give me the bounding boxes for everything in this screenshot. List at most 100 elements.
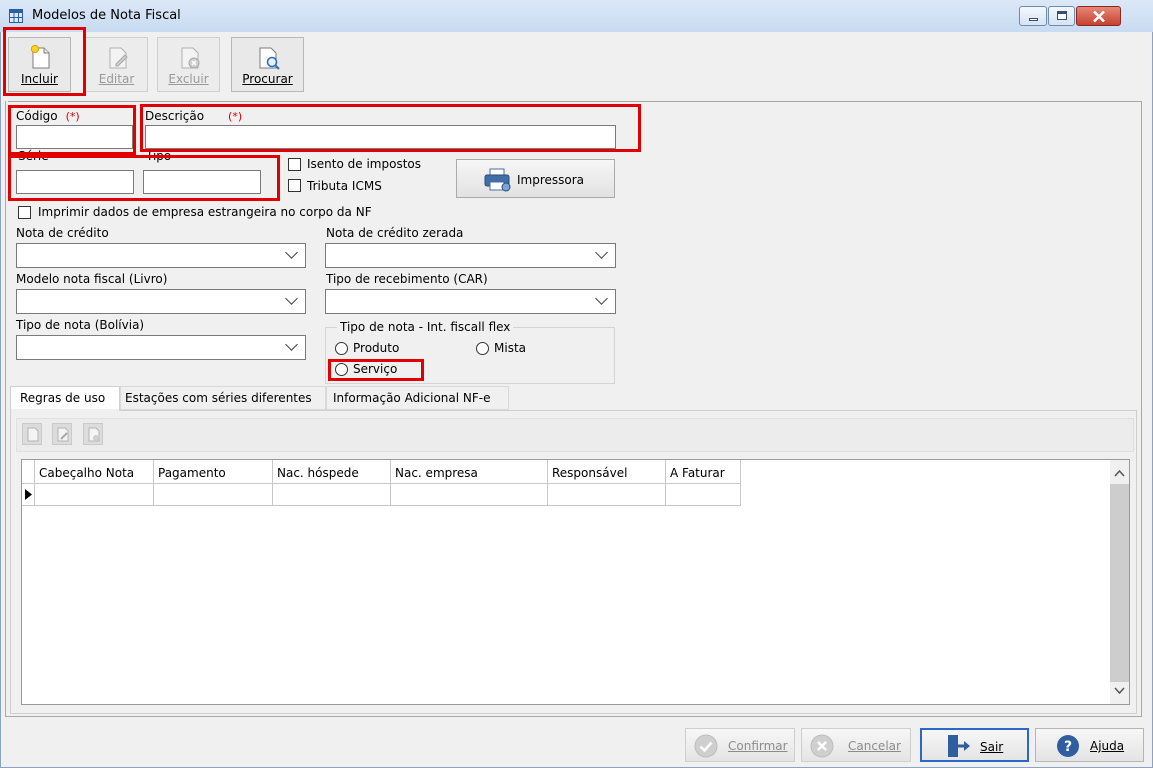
incluir-label: Incluir [21, 72, 58, 86]
radio-mista-label: Mista [494, 341, 526, 355]
radio-servico-label: Serviço [353, 362, 398, 376]
tributa-icms-checkbox[interactable] [288, 179, 301, 192]
delete-document-icon [88, 427, 100, 442]
descricao-label-text: Descrição [145, 109, 205, 123]
cancelar-label: Cancelar [848, 739, 901, 753]
nota-credito-label: Nota de crédito [16, 226, 109, 240]
confirmar-label: Confirmar [728, 739, 788, 753]
col-responsavel[interactable]: Responsável [548, 460, 666, 484]
edit-rule-button[interactable] [52, 423, 72, 445]
scroll-down-icon[interactable] [1114, 687, 1125, 695]
tipo-label: Tipo [146, 149, 172, 163]
form-frame-bottom [5, 716, 1142, 717]
close-icon [1093, 10, 1105, 23]
radio-mista[interactable] [476, 342, 489, 355]
confirmar-button[interactable]: Confirmar [685, 728, 795, 762]
delete-rule-button[interactable] [83, 423, 103, 445]
procurar-label: Procurar [242, 72, 293, 86]
delete-document-icon [181, 47, 200, 69]
table-cell[interactable] [273, 484, 391, 506]
scroll-up-icon[interactable] [1114, 469, 1125, 477]
imprimir-estrangeira-checkbox[interactable] [18, 206, 31, 219]
add-rule-button[interactable] [22, 423, 42, 445]
tab-regras-de-uso[interactable]: Regras de uso [10, 386, 120, 411]
codigo-label: Código (*) [16, 109, 80, 123]
sair-label: Sair [980, 740, 1004, 754]
form-frame-left [5, 101, 6, 716]
chevron-down-icon [285, 338, 298, 351]
chevron-down-icon [285, 246, 298, 259]
table-cell[interactable] [666, 484, 741, 506]
row-pointer-icon [25, 489, 32, 500]
excluir-label: Excluir [168, 72, 209, 86]
col-nac-hospede[interactable]: Nac. hóspede [273, 460, 391, 484]
table-icon [9, 9, 23, 23]
close-button[interactable] [1076, 6, 1121, 26]
codigo-required-mark: (*) [65, 110, 80, 123]
codigo-field[interactable] [16, 125, 133, 149]
search-document-icon [259, 47, 280, 70]
chevron-down-icon [595, 292, 608, 305]
isento-label: Isento de impostos [307, 157, 421, 171]
toolbar-separator [8, 101, 1142, 102]
tipo-recebimento-label: Tipo de recebimento (CAR) [326, 272, 488, 286]
tipo-nota-bolivia-select[interactable] [16, 335, 306, 360]
tipo-nota-bolivia-label: Tipo de nota (Bolívia) [16, 318, 145, 332]
chevron-down-icon [595, 246, 608, 259]
radio-produto-label: Produto [353, 341, 400, 355]
descricao-field[interactable] [145, 125, 616, 149]
flex-group-label: Tipo de nota - Int. fiscall flex [337, 320, 514, 334]
col-nac-empresa[interactable]: Nac. empresa [391, 460, 548, 484]
isento-checkbox[interactable] [288, 158, 301, 171]
sair-button[interactable]: Sair [920, 728, 1029, 762]
impressora-label: Impressora [517, 173, 585, 187]
tipo-field[interactable] [143, 170, 261, 194]
active-tab-joiner [11, 409, 119, 411]
table-cell[interactable] [154, 484, 273, 506]
minimize-icon [1029, 18, 1038, 21]
cancelar-button[interactable]: Cancelar [801, 728, 911, 762]
radio-produto[interactable] [335, 342, 348, 355]
scrollbar-thumb[interactable] [1110, 484, 1129, 682]
table-cell[interactable] [35, 484, 154, 506]
svg-text:?: ? [1064, 739, 1072, 755]
col-pagamento[interactable]: Pagamento [154, 460, 273, 484]
check-circle-icon [694, 734, 718, 758]
editar-button[interactable]: Editar [85, 37, 148, 92]
tab-informacao-adicional[interactable]: Informação Adicional NF-e [326, 386, 509, 410]
serie-field[interactable] [16, 170, 134, 194]
minimize-button[interactable] [1019, 6, 1047, 26]
descricao-required-mark: (*) [228, 110, 243, 123]
ajuda-label: Ajuda [1090, 739, 1125, 753]
radio-servico[interactable] [335, 363, 348, 376]
cancel-circle-icon [810, 734, 834, 758]
new-document-icon [31, 44, 50, 69]
exit-door-icon [948, 735, 970, 757]
col-a-faturar[interactable]: A Faturar [666, 460, 741, 484]
impressora-button[interactable]: Impressora [456, 159, 615, 198]
nota-credito-zerada-label: Nota de crédito zerada [326, 226, 464, 240]
maximize-icon [1057, 11, 1067, 20]
grid-indicator-header [22, 460, 35, 484]
tab-estacoes[interactable]: Estações com séries diferentes [120, 386, 326, 410]
tipo-recebimento-select[interactable] [325, 289, 616, 314]
window-title: Modelos de Nota Fiscal [32, 8, 181, 23]
incluir-button[interactable]: Incluir [8, 37, 71, 92]
codigo-label-text: Código [16, 109, 58, 123]
chevron-down-icon [285, 292, 298, 305]
modelo-livro-select[interactable] [16, 289, 306, 314]
table-cell[interactable] [391, 484, 548, 506]
row-indicator [22, 484, 35, 506]
form-frame-right [1141, 101, 1142, 716]
maximize-button[interactable] [1048, 6, 1075, 26]
table-cell[interactable] [548, 484, 666, 506]
col-cabecalho-nota[interactable]: Cabeçalho Nota [35, 460, 154, 484]
excluir-button[interactable]: Excluir [157, 37, 220, 92]
procurar-button[interactable]: Procurar [231, 37, 304, 92]
nota-credito-zerada-select[interactable] [325, 243, 616, 268]
rules-toolbar [16, 418, 1134, 452]
editar-label: Editar [98, 72, 135, 86]
serie-label: Série [18, 149, 49, 163]
nota-credito-select[interactable] [16, 243, 306, 268]
ajuda-button[interactable]: ? Ajuda [1035, 728, 1144, 762]
